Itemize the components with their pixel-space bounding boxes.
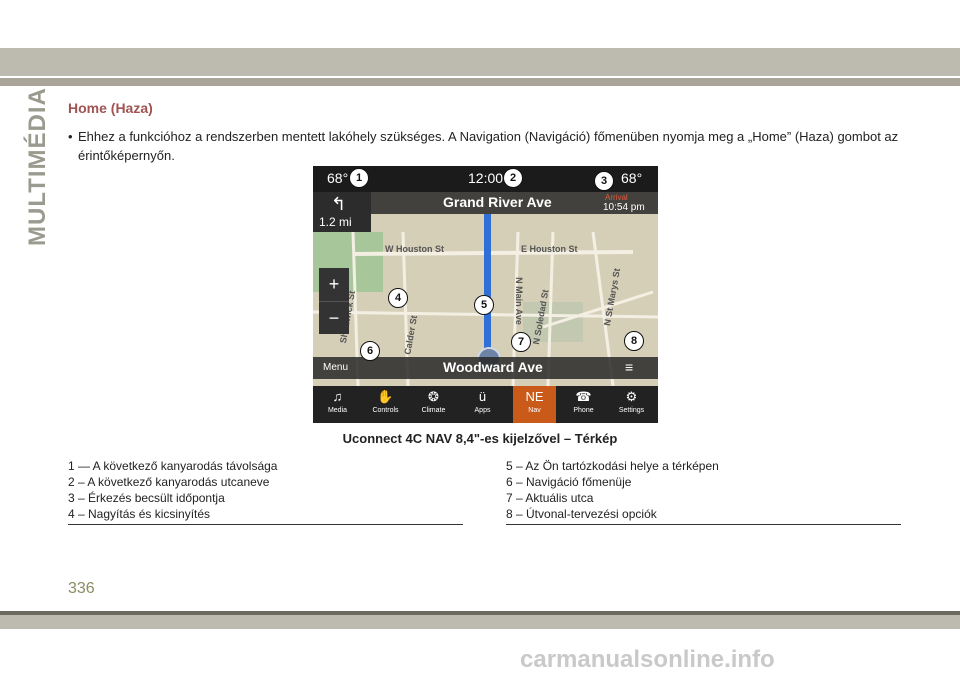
eta-label: Arrival — [605, 193, 628, 202]
legend-item: 4 – Nagyítás és kicsinyítés — [68, 507, 211, 521]
street-label: E Houston St — [521, 244, 578, 254]
dock-controls-button[interactable]: ✋ Controls — [364, 386, 407, 423]
zoom-controls: + − — [319, 268, 349, 334]
route-line — [484, 214, 491, 354]
gear-icon: ⚙ — [625, 389, 638, 404]
clock: 12:00 — [468, 170, 504, 186]
dock-label: Controls — [372, 407, 399, 414]
callout-7: 7 — [511, 332, 531, 352]
zoom-in-button[interactable]: + — [319, 268, 349, 301]
music-note-icon: ♫ — [332, 389, 343, 404]
watermark: carmanualsonline.info — [520, 646, 775, 673]
callout-6: 6 — [360, 341, 380, 361]
current-street-banner: Menu Woodward Ave ≡ — [313, 357, 658, 379]
dock-climate-button[interactable]: ❂ Climate — [412, 386, 455, 423]
dock-label: Nav — [528, 407, 541, 414]
nav-screen-figure: 68° 12:00 68° Grand River Ave Arrival 10… — [313, 166, 658, 423]
legend-left: 1 — A következő kanyarodás távolsága 2 –… — [68, 458, 277, 522]
nav-menu-button[interactable]: Menu — [323, 362, 348, 373]
callout-5: 5 — [474, 295, 494, 315]
bottom-decorative-band — [0, 615, 960, 629]
section-side-label: MULTIMÉDIA — [24, 87, 51, 246]
legend-item: 7 – Aktuális utca — [506, 491, 594, 505]
dock-label: Settings — [618, 407, 645, 414]
dock-phone-button[interactable]: ☎ Phone — [562, 386, 605, 423]
legend-divider-left — [68, 524, 463, 525]
callout-4: 4 — [388, 288, 408, 308]
callout-2: 2 — [503, 168, 523, 188]
climate-icon: ❂ — [428, 389, 439, 404]
paragraph-text: Ehhez a funkcióhoz a rendszerben mentett… — [78, 129, 899, 163]
instruction-paragraph: • Ehhez a funkcióhoz a rendszerben mente… — [68, 127, 908, 165]
turn-indicator: ↰ 1.2 mi — [313, 192, 371, 232]
section-heading: Home (Haza) — [68, 100, 153, 116]
bottom-dock: ♫ Media ✋ Controls ❂ Climate ü Apps NE N… — [313, 386, 658, 423]
top-decorative-band-2 — [0, 78, 960, 86]
top-decorative-band — [0, 48, 960, 76]
legend-divider-right — [506, 524, 901, 525]
legend-item: 1 — A következő kanyarodás távolsága — [68, 459, 278, 473]
phone-icon: ☎ — [575, 389, 592, 404]
current-street-name: Woodward Ave — [443, 359, 543, 375]
temp-right: 68° — [621, 170, 643, 186]
next-street-name: Grand River Ave — [443, 194, 552, 210]
page-number: 336 — [68, 580, 95, 597]
legend-item: 6 – Navigáció főmenüje — [506, 475, 632, 489]
legend-item: 5 – Az Ön tartózkodási helye a térképen — [506, 459, 719, 473]
legend-item: 8 – Útvonal-tervezési opciók — [506, 507, 657, 521]
dock-label: Climate — [421, 407, 446, 414]
turn-arrow-icon: ↰ — [331, 194, 347, 214]
map-area[interactable]: Grand River Ave Arrival 10:54 pm ↰ 1.2 m… — [313, 168, 658, 386]
legend-item: 2 – A következő kanyarodás utcaneve — [68, 475, 270, 489]
temp-left: 68° — [327, 170, 349, 186]
dock-label: Apps — [474, 407, 491, 414]
figure-caption: Uconnect 4C NAV 8,4"-es kijelzővel – Tér… — [342, 431, 618, 446]
dock-label: Phone — [573, 407, 594, 414]
street-label: W Houston St — [385, 244, 444, 254]
eta-time: 10:54 pm — [603, 202, 645, 213]
apps-icon: ü — [478, 389, 487, 404]
turn-distance: 1.2 mi — [319, 215, 352, 229]
callout-1: 1 — [349, 168, 369, 188]
street-label: N Main Ave — [513, 277, 524, 325]
route-options-icon[interactable]: ≡ — [625, 359, 633, 375]
dock-settings-button[interactable]: ⚙ Settings — [610, 386, 653, 423]
dock-nav-button[interactable]: NE Nav — [513, 386, 556, 423]
dock-label: Media — [327, 407, 348, 414]
callout-3: 3 — [594, 171, 614, 191]
zoom-out-button[interactable]: − — [319, 301, 349, 335]
dock-apps-button[interactable]: ü Apps — [461, 386, 504, 423]
dock-media-button[interactable]: ♫ Media — [316, 386, 359, 423]
legend-right: 5 – Az Ön tartózkodási helye a térképen … — [506, 458, 719, 522]
bullet-marker: • — [68, 129, 73, 144]
callout-8: 8 — [624, 331, 644, 351]
controls-icon: ✋ — [377, 389, 394, 404]
legend-item: 3 – Érkezés becsült időpontja — [68, 491, 225, 505]
compass-icon: NE — [525, 389, 544, 404]
